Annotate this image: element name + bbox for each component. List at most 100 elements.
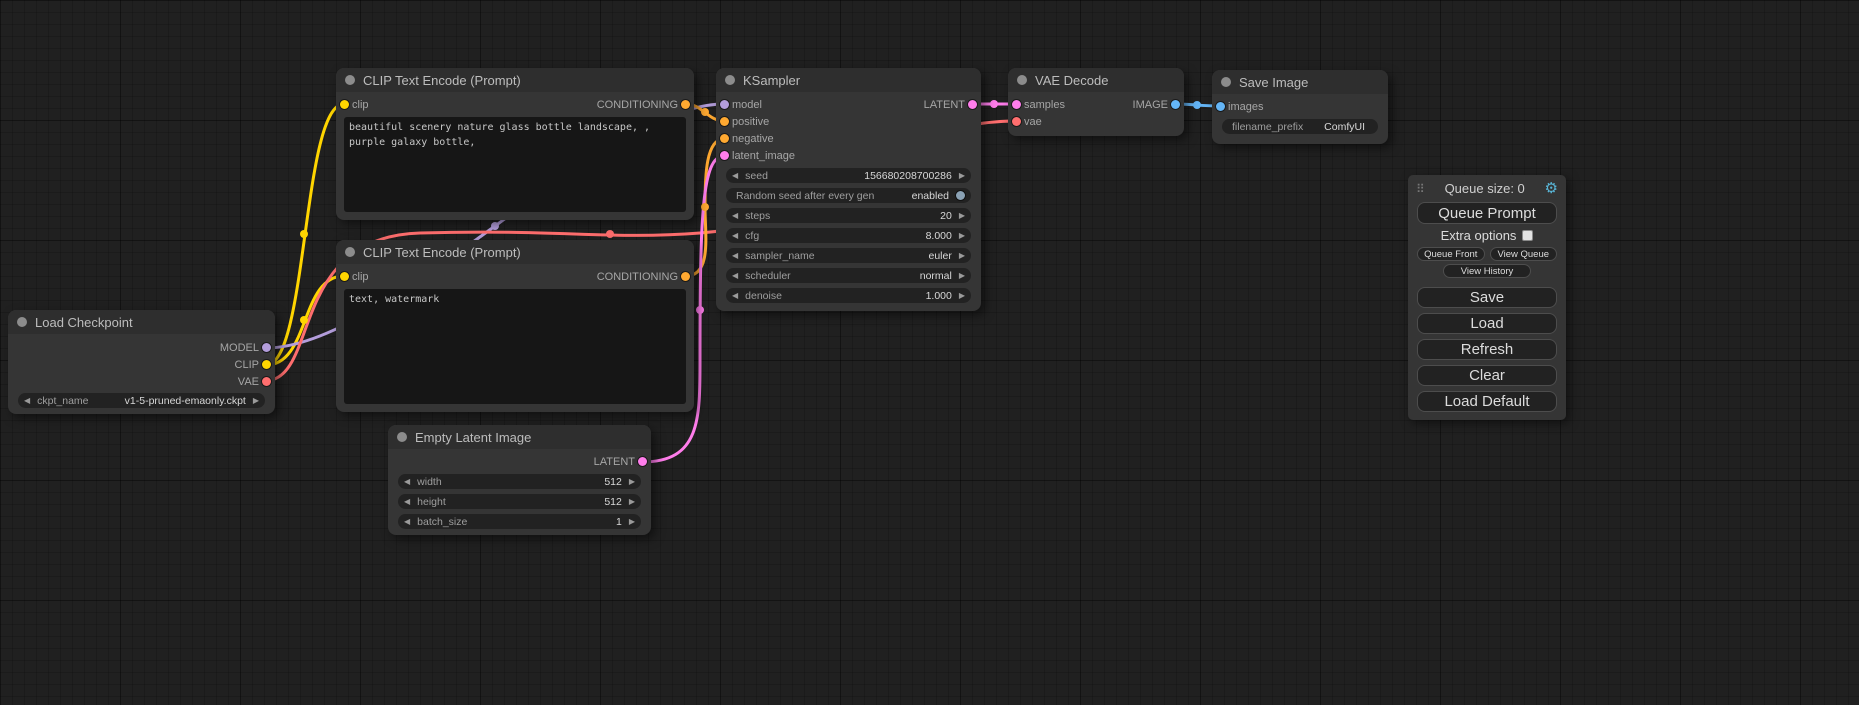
save-button[interactable]: Save [1417,287,1557,308]
output-port-conditioning[interactable] [681,100,690,109]
widget-height[interactable]: ◀ height 512 ▶ [398,494,641,509]
link-midpoint-dot [491,222,499,230]
slot-row: model LATENT [716,96,981,113]
collapse-toggle-icon[interactable] [345,247,355,257]
output-port-latent[interactable] [638,457,647,466]
increment-icon[interactable]: ▶ [959,172,965,180]
node-title: Empty Latent Image [415,430,531,445]
decrement-icon[interactable]: ◀ [404,498,410,506]
output-port-image[interactable] [1171,100,1180,109]
widget-steps[interactable]: ◀ steps 20 ▶ [726,208,971,223]
input-port-vae[interactable] [1012,117,1021,126]
widget-name: sampler_name [745,250,814,262]
node-titlebar[interactable]: Save Image [1212,70,1388,94]
output-label-model: MODEL [220,342,259,354]
node-titlebar[interactable]: VAE Decode [1008,68,1184,92]
refresh-button[interactable]: Refresh [1417,339,1557,360]
extra-options-checkbox[interactable] [1522,230,1533,241]
input-port-latent-image[interactable] [720,151,729,160]
decrement-icon[interactable]: ◀ [404,478,410,486]
output-port-clip[interactable] [262,360,271,369]
widget-name: width [417,476,442,488]
toggle-on-icon[interactable] [956,191,965,200]
input-port-positive[interactable] [720,117,729,126]
node-title: CLIP Text Encode (Prompt) [363,73,521,88]
node-clip-text-encode-negative[interactable]: CLIP Text Encode (Prompt) clip CONDITION… [336,240,694,412]
link-midpoint-dot [696,306,704,314]
collapse-toggle-icon[interactable] [397,432,407,442]
widget-cfg[interactable]: ◀ cfg 8.000 ▶ [726,228,971,243]
increment-icon[interactable]: ▶ [959,272,965,280]
widget-batch-size[interactable]: ◀ batch_size 1 ▶ [398,514,641,529]
collapse-toggle-icon[interactable] [725,75,735,85]
node-empty-latent-image[interactable]: Empty Latent Image LATENT ◀ width 512 ▶ … [388,425,651,535]
input-port-model[interactable] [720,100,729,109]
decrement-icon[interactable]: ◀ [732,232,738,240]
increment-icon[interactable]: ▶ [629,478,635,486]
widget-sampler-name[interactable]: ◀ sampler_name euler ▶ [726,248,971,263]
settings-gear-icon[interactable]: ⚙ [1545,181,1558,196]
node-load-checkpoint[interactable]: Load Checkpoint MODEL CLIP VAE ◀ ckpt_na… [8,310,275,414]
widget-seed[interactable]: ◀ seed 156680208700286 ▶ [726,168,971,183]
output-port-vae[interactable] [262,377,271,386]
collapse-toggle-icon[interactable] [17,317,27,327]
decrement-icon[interactable]: ◀ [404,518,410,526]
node-titlebar[interactable]: KSampler [716,68,981,92]
drag-handle-icon[interactable]: ⠿ [1416,182,1425,196]
node-titlebar[interactable]: Load Checkpoint [8,310,275,334]
increment-icon[interactable]: ▶ [959,212,965,220]
widget-scheduler[interactable]: ◀ scheduler normal ▶ [726,268,971,283]
widget-denoise[interactable]: ◀ denoise 1.000 ▶ [726,288,971,303]
output-port-model[interactable] [262,343,271,352]
decrement-icon[interactable]: ◀ [732,252,738,260]
widget-filename-prefix[interactable]: filename_prefix ComfyUI [1222,119,1378,134]
node-titlebar[interactable]: CLIP Text Encode (Prompt) [336,68,694,92]
load-button[interactable]: Load [1417,313,1557,334]
increment-icon[interactable]: ▶ [629,498,635,506]
increment-icon[interactable]: ▶ [959,292,965,300]
node-ksampler[interactable]: KSampler model LATENT positive negative … [716,68,981,311]
input-port-clip[interactable] [340,272,349,281]
collapse-toggle-icon[interactable] [1017,75,1027,85]
increment-icon[interactable]: ▶ [959,252,965,260]
decrement-icon[interactable]: ◀ [732,292,738,300]
input-port-images[interactable] [1216,102,1225,111]
input-label-vae: vae [1024,116,1042,128]
output-port-latent[interactable] [968,100,977,109]
increment-icon[interactable]: ▶ [959,232,965,240]
queue-front-button[interactable]: Queue Front [1417,247,1485,261]
increment-icon[interactable]: ▶ [629,518,635,526]
node-titlebar[interactable]: CLIP Text Encode (Prompt) [336,240,694,264]
output-port-conditioning[interactable] [681,272,690,281]
load-default-button[interactable]: Load Default [1417,391,1557,412]
negative-prompt-textarea[interactable]: text, watermark [344,289,686,404]
positive-prompt-textarea[interactable]: beautiful scenery nature glass bottle la… [344,117,686,212]
widget-ckpt-name[interactable]: ◀ ckpt_name v1-5-pruned-emaonly.ckpt ▶ [18,393,265,408]
widget-value: 8.000 [926,230,952,242]
node-clip-text-encode-positive[interactable]: CLIP Text Encode (Prompt) clip CONDITION… [336,68,694,220]
input-port-negative[interactable] [720,134,729,143]
node-vae-decode[interactable]: VAE Decode samples IMAGE vae [1008,68,1184,136]
queue-menu-header: ⠿ Queue size: 0 ⚙ [1408,175,1566,199]
collapse-toggle-icon[interactable] [1221,77,1231,87]
input-port-clip[interactable] [340,100,349,109]
widget-value: normal [920,270,952,282]
output-label-vae: VAE [238,376,259,388]
decrement-icon[interactable]: ◀ [24,397,30,405]
widget-random-seed-toggle[interactable]: Random seed after every gen enabled [726,188,971,203]
decrement-icon[interactable]: ◀ [732,172,738,180]
output-label-conditioning: CONDITIONING [597,99,678,111]
queue-prompt-button[interactable]: Queue Prompt [1417,202,1557,224]
collapse-toggle-icon[interactable] [345,75,355,85]
node-save-image[interactable]: Save Image images filename_prefix ComfyU… [1212,70,1388,144]
view-history-button[interactable]: View History [1443,264,1531,278]
decrement-icon[interactable]: ◀ [732,272,738,280]
clear-button[interactable]: Clear [1417,365,1557,386]
node-graph-canvas[interactable]: Load Checkpoint MODEL CLIP VAE ◀ ckpt_na… [0,0,1859,705]
widget-width[interactable]: ◀ width 512 ▶ [398,474,641,489]
node-titlebar[interactable]: Empty Latent Image [388,425,651,449]
decrement-icon[interactable]: ◀ [732,212,738,220]
input-port-samples[interactable] [1012,100,1021,109]
increment-icon[interactable]: ▶ [253,397,259,405]
view-queue-button[interactable]: View Queue [1490,247,1558,261]
